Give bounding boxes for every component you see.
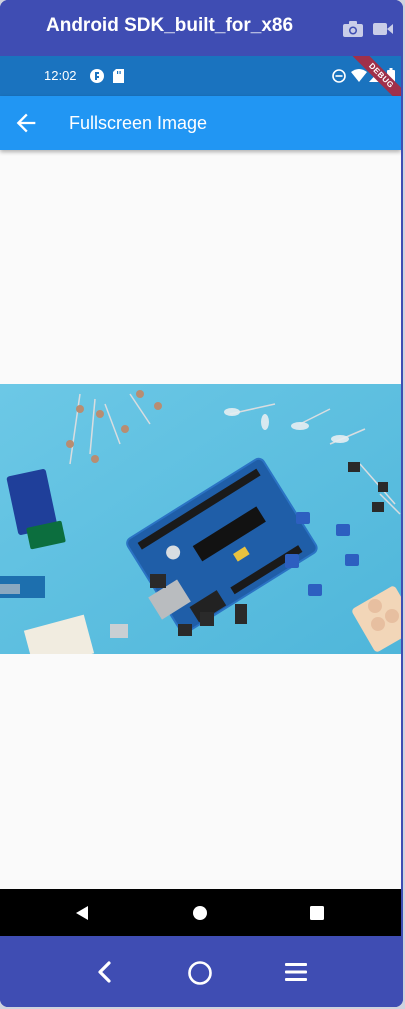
arduino-board-photo — [0, 384, 401, 654]
menu-icon[interactable] — [284, 962, 308, 982]
back-chevron-icon[interactable] — [95, 960, 113, 984]
home-dot-icon[interactable] — [192, 905, 208, 921]
wifi-icon — [351, 69, 367, 82]
arrow-back-icon[interactable] — [12, 109, 40, 137]
video-camera-icon[interactable] — [372, 20, 394, 38]
emulator-window: Android SDK_built_for_x86 12:02 DEBUG Fu… — [0, 0, 403, 1007]
back-triangle-icon[interactable] — [74, 905, 90, 921]
emulator-title-bar: Android SDK_built_for_x86 — [0, 0, 403, 56]
recents-square-icon[interactable] — [310, 906, 324, 920]
flutter-notification-icon — [90, 69, 104, 83]
do-not-disturb-icon — [332, 69, 346, 83]
emulator-bottom-bar — [0, 936, 403, 1007]
camera-icon[interactable] — [342, 20, 364, 38]
sd-card-icon — [113, 69, 124, 83]
status-time: 12:02 — [44, 68, 77, 83]
page-title: Fullscreen Image — [69, 113, 208, 133]
device-screen: 12:02 DEBUG Fullscreen Image — [0, 56, 401, 936]
system-nav-bar — [0, 889, 401, 936]
app-bar: Fullscreen Image — [0, 96, 401, 150]
emulator-title: Android SDK_built_for_x86 — [46, 15, 294, 36]
status-bar: 12:02 DEBUG — [0, 56, 401, 109]
home-circle-icon[interactable] — [187, 960, 213, 986]
